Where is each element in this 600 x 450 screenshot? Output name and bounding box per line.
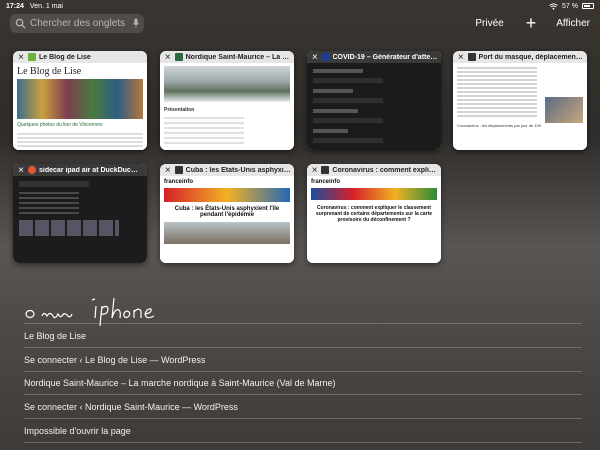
tab-preview bbox=[13, 176, 147, 263]
tab-title: COVID-19 – Générateur d'attest… bbox=[332, 53, 439, 61]
tab-card[interactable]: × Coronavirus : comment expliqu… francei… bbox=[307, 164, 441, 263]
preview-page-title: Présentation bbox=[164, 107, 195, 113]
favicon bbox=[321, 166, 330, 174]
preview-page-title: Coronavirus : comment expliquer le class… bbox=[315, 205, 433, 223]
preview-form bbox=[307, 63, 441, 149]
preview-photo bbox=[17, 79, 143, 119]
close-tab-icon[interactable]: × bbox=[163, 165, 173, 176]
preview-thumbnails bbox=[19, 220, 119, 236]
preview-page-title: Cuba : les États-Unis asphyxient l'île p… bbox=[174, 206, 280, 218]
preview-brand: franceinfo bbox=[311, 179, 341, 185]
tab-title: Coronavirus : comment expliqu… bbox=[332, 166, 438, 174]
preview-lines bbox=[17, 133, 143, 147]
preview-photo bbox=[164, 222, 290, 244]
tabs-toolbar: Chercher des onglets Privée + Afficher bbox=[0, 12, 600, 34]
favicon bbox=[174, 166, 183, 174]
close-tab-icon[interactable]: × bbox=[16, 165, 26, 176]
preview-photo bbox=[545, 97, 583, 123]
tab-card[interactable]: × Le Blog de Lise Le Blog de Lise Quelqu… bbox=[13, 51, 147, 150]
battery-icon bbox=[582, 3, 594, 9]
history-divider bbox=[24, 347, 582, 348]
tab-title: Le Blog de Lise bbox=[39, 53, 91, 61]
preview-caption: Quelques photos du lion de Vincennes bbox=[17, 122, 103, 128]
close-tab-icon[interactable]: × bbox=[456, 52, 466, 63]
status-date: Ven. 1 mai bbox=[29, 2, 63, 10]
history-item[interactable]: Se connecter ‹ Nordique Saint-Maurice — … bbox=[24, 402, 238, 412]
history-item[interactable]: Nordique Saint-Maurice – La marche nordi… bbox=[24, 378, 335, 388]
tab-card[interactable]: × Nordique Saint-Maurice – La m… Présent… bbox=[160, 51, 294, 150]
tab-card[interactable]: × Cuba : les États-Unis asphyxie… france… bbox=[160, 164, 294, 263]
tab-title: Cuba : les États-Unis asphyxie… bbox=[185, 166, 291, 174]
microphone-icon[interactable] bbox=[133, 18, 139, 28]
tab-title: Port du masque, déplacements… bbox=[478, 53, 584, 61]
show-button[interactable]: Afficher bbox=[556, 18, 590, 29]
tab-header: × Le Blog de Lise bbox=[13, 51, 147, 63]
tab-header: × Nordique Saint-Maurice – La m… bbox=[160, 51, 294, 63]
tab-card[interactable]: × COVID-19 – Générateur d'attest… bbox=[307, 51, 441, 150]
tab-preview bbox=[307, 63, 441, 150]
close-tab-icon[interactable]: × bbox=[310, 52, 320, 63]
preview-banner bbox=[311, 188, 437, 200]
tab-card[interactable]: × Port du masque, déplacements… Coronavi… bbox=[453, 51, 587, 150]
close-tab-icon[interactable]: × bbox=[310, 165, 319, 176]
preview-page-title: Le Blog de Lise bbox=[17, 66, 82, 77]
favicon bbox=[174, 53, 183, 61]
preview-search-bar bbox=[19, 181, 89, 187]
favicon bbox=[321, 53, 330, 61]
private-button[interactable]: Privée bbox=[475, 18, 503, 29]
preview-brand: franceinfo bbox=[164, 179, 194, 185]
preview-lines bbox=[164, 117, 244, 147]
tab-header: × Coronavirus : comment expliqu… bbox=[307, 164, 441, 176]
preview-banner bbox=[164, 188, 290, 202]
tab-preview: Coronavirus : les déplacements par jour … bbox=[453, 63, 587, 150]
status-right: 57 % bbox=[549, 3, 594, 10]
tab-header: × COVID-19 – Générateur d'attest… bbox=[307, 51, 441, 63]
favicon bbox=[28, 166, 36, 174]
history-divider bbox=[24, 442, 582, 443]
status-time: 17:24 bbox=[6, 2, 24, 10]
preview-lines bbox=[457, 67, 537, 117]
search-placeholder: Chercher des onglets bbox=[30, 17, 126, 29]
wifi-icon bbox=[549, 2, 558, 10]
history-divider bbox=[24, 418, 582, 419]
close-tab-icon[interactable]: × bbox=[16, 52, 26, 63]
close-tab-icon[interactable]: × bbox=[163, 52, 173, 63]
tab-title: Nordique Saint-Maurice – La m… bbox=[185, 53, 291, 61]
tab-preview: Le Blog de Lise Quelques photos du lion … bbox=[13, 63, 147, 150]
history-divider bbox=[24, 394, 582, 395]
toolbar-actions: Privée + Afficher bbox=[475, 14, 590, 32]
battery-percent: 57 % bbox=[562, 2, 578, 10]
tab-card[interactable]: × sidecar ipad air at DuckDuc… bbox=[13, 164, 147, 263]
history-item[interactable]: Le Blog de Lise bbox=[24, 331, 86, 341]
tab-header: × Port du masque, déplacements… bbox=[453, 51, 587, 63]
tab-header: × Cuba : les États-Unis asphyxie… bbox=[160, 164, 294, 176]
preview-lines bbox=[19, 192, 79, 216]
tab-header: × sidecar ipad air at DuckDuc… bbox=[13, 164, 147, 176]
history-divider bbox=[24, 323, 582, 324]
history-item[interactable]: Impossible d'ouvrir la page bbox=[24, 426, 131, 436]
preview-photo bbox=[164, 66, 290, 102]
history-item[interactable]: Se connecter ‹ Le Blog de Lise — WordPre… bbox=[24, 355, 205, 365]
search-tabs-field[interactable]: Chercher des onglets bbox=[10, 13, 144, 33]
status-bar: 17:24 Ven. 1 mai 57 % bbox=[0, 0, 600, 12]
history-divider bbox=[24, 371, 582, 372]
new-tab-button[interactable]: + bbox=[526, 14, 537, 32]
tab-title: sidecar ipad air at DuckDuc… bbox=[39, 166, 138, 174]
search-icon bbox=[15, 18, 26, 29]
favicon bbox=[28, 53, 36, 61]
favicon bbox=[467, 53, 476, 61]
tab-preview: Présentation bbox=[160, 63, 294, 150]
tab-preview: franceinfo Coronavirus : comment expliqu… bbox=[307, 176, 441, 263]
tab-preview: franceinfo Cuba : les États-Unis asphyxi… bbox=[160, 176, 294, 263]
